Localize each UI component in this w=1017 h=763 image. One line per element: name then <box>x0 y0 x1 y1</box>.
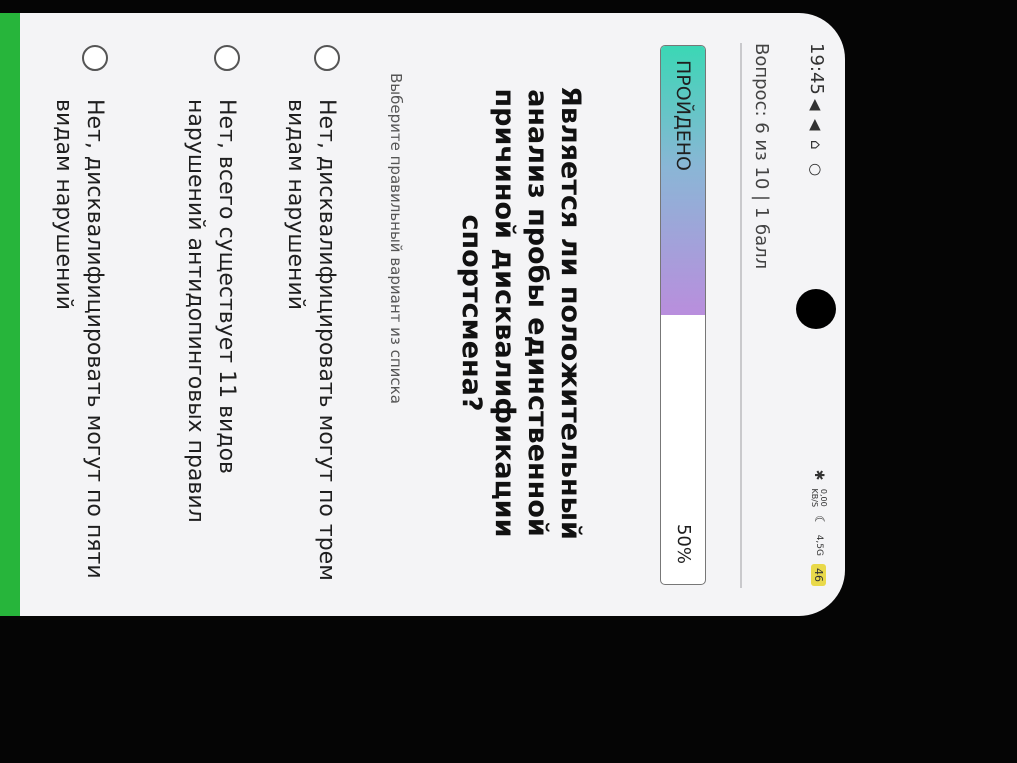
speed-value: 0,00 <box>819 488 828 507</box>
moon-icon: ☾ <box>811 515 827 527</box>
answer-text: Нет, всего существует 11 видов нарушений… <box>183 99 239 523</box>
status-time: 19:45 <box>806 43 827 95</box>
progress-value: 50% <box>673 523 694 564</box>
submit-button[interactable] <box>0 13 20 616</box>
home-icon: ⌂ <box>807 140 825 150</box>
progress-label: ПРОЙДЕНО <box>672 60 694 172</box>
network-speed: 0,00 KB/S <box>810 489 828 508</box>
phone-screen: 19:45 ◀ ◀ ⌂ ○ ✱ 0,00 KB/S ☾ 4,5G 46 Вопр… <box>0 13 845 616</box>
navigation-arrow-icon: ◀ <box>807 99 825 111</box>
answer-text: Нет, дисквалифицировать могут по трем ви… <box>283 99 339 581</box>
circle-notification-icon: ○ <box>807 163 825 177</box>
front-camera <box>796 289 836 329</box>
radio-button[interactable] <box>214 45 240 71</box>
bluetooth-icon: ✱ <box>811 469 827 481</box>
battery-icon: 46 <box>811 564 827 586</box>
location-arrow-icon: ◀ <box>807 119 825 131</box>
question-counter: Вопрос: 6 из 10 | 1 балл <box>751 43 772 270</box>
speed-unit: KB/S <box>810 488 819 508</box>
quiz-screen: 19:45 ◀ ◀ ⌂ ○ ✱ 0,00 KB/S ☾ 4,5G 46 Вопр… <box>0 13 845 616</box>
radio-button[interactable] <box>82 45 108 71</box>
answer-text: Нет, дисквалифицировать могут по пяти ви… <box>51 99 107 579</box>
radio-button[interactable] <box>314 45 340 71</box>
progress-bar: ПРОЙДЕНО 50% <box>660 45 706 585</box>
status-bar: 19:45 ◀ ◀ ⌂ ○ ✱ 0,00 KB/S ☾ 4,5G 46 <box>790 13 845 616</box>
question-title: Является ли положительный анализ пробы е… <box>456 86 586 540</box>
network-type: 4,5G <box>814 534 824 556</box>
question-hint: Выберите правильный вариант из списка <box>387 73 405 404</box>
divider <box>740 43 742 588</box>
status-right-group: ✱ 0,00 KB/S ☾ 4,5G 46 <box>810 470 828 586</box>
